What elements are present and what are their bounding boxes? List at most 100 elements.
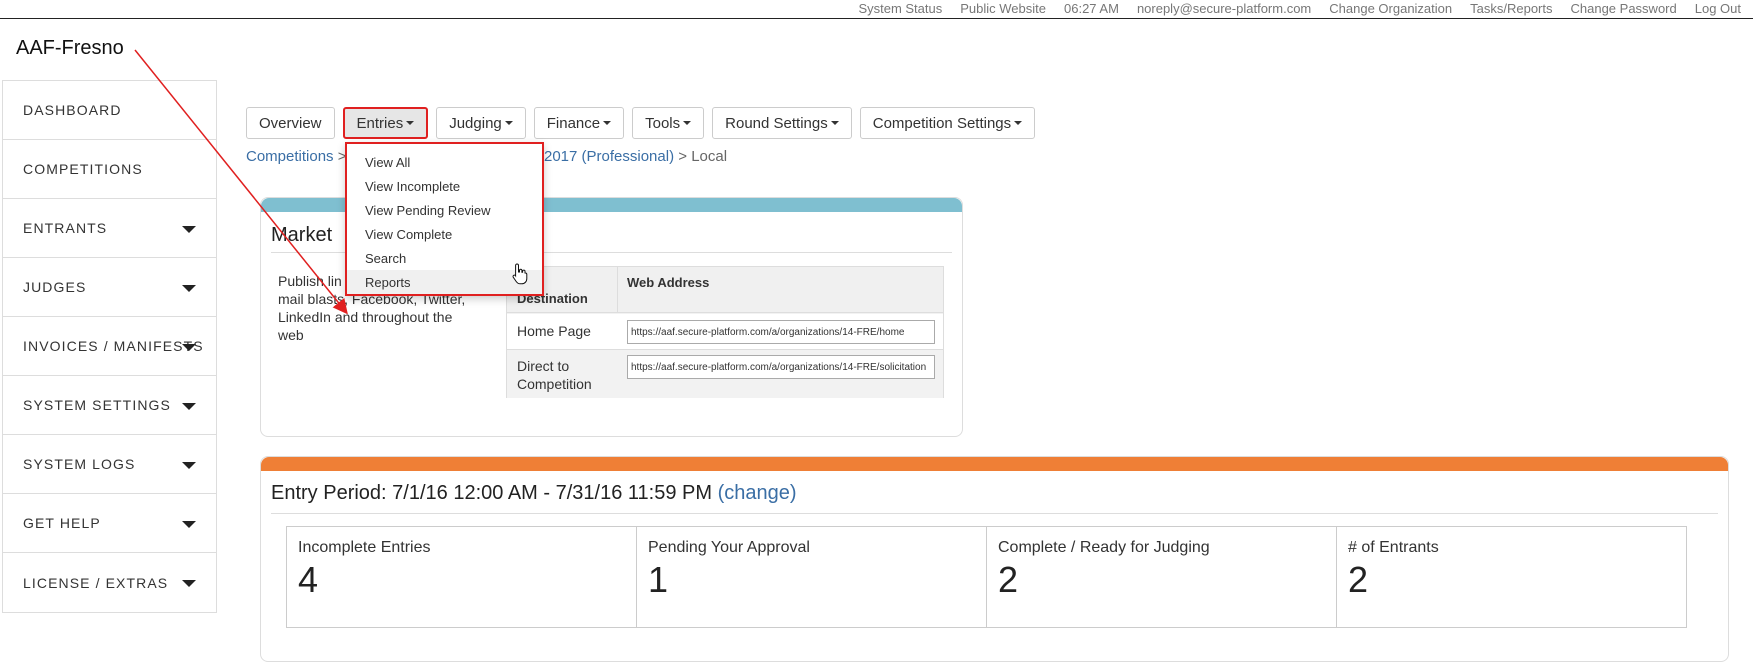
stat-label: Complete / Ready for Judging: [998, 539, 1210, 556]
entries-menu-button[interactable]: Entries: [342, 107, 429, 139]
round-settings-label: Round Settings: [725, 114, 828, 132]
entry-panel-header-bar: [261, 457, 1728, 471]
judging-label: Judging: [449, 114, 502, 132]
overview-label: Overview: [259, 114, 322, 132]
marketing-description-line1: Publish lin: [278, 273, 342, 289]
tools-menu-button[interactable]: Tools: [632, 107, 705, 139]
competition-settings-menu-button[interactable]: Competition Settings: [859, 107, 1036, 139]
caret-down-icon: [1014, 121, 1023, 125]
round-settings-menu-button[interactable]: Round Settings: [712, 107, 852, 139]
sidebar-item-label: GET HELP: [23, 515, 101, 531]
caret-down-icon: [182, 226, 196, 233]
finance-menu-button[interactable]: Finance: [533, 107, 625, 139]
divider: [271, 513, 1718, 514]
sidebar-item-competitions[interactable]: COMPETITIONS: [3, 140, 216, 199]
sidebar-item-license-extras[interactable]: LICENSE / EXTRAS: [3, 553, 216, 612]
web-address-table: Destination Web Address Home Page Direct…: [506, 266, 944, 398]
clock-text: 06:27 AM: [1064, 1, 1119, 16]
marketing-description-rest: mail blasts, Facebook, Twitter, LinkedIn…: [278, 291, 466, 343]
stat-number-of-entrants[interactable]: # of Entrants 2: [1336, 526, 1687, 628]
sidebar-item-label: JUDGES: [23, 279, 87, 295]
breadcrumb-tail: 2017 (Professional) > Local: [544, 148, 727, 165]
judging-menu-button[interactable]: Judging: [436, 107, 526, 139]
sidebar-item-label: COMPETITIONS: [23, 161, 143, 177]
breadcrumb-competitions-link[interactable]: Competitions: [246, 148, 334, 165]
log-out-link[interactable]: Log Out: [1695, 1, 1741, 16]
sidebar-item-label: SYSTEM LOGS: [23, 456, 136, 472]
sidebar-item-label: ENTRANTS: [23, 220, 108, 236]
stat-value: 2: [1348, 559, 1369, 600]
caret-down-icon: [830, 121, 839, 125]
sidebar-item-label: SYSTEM SETTINGS: [23, 397, 171, 413]
competition-settings-label: Competition Settings: [872, 114, 1012, 132]
change-password-link[interactable]: Change Password: [1571, 1, 1677, 16]
direct-to-competition-url-field[interactable]: [627, 355, 935, 379]
sidebar-item-label: LICENSE / EXTRAS: [23, 574, 169, 591]
caret-down-icon: [182, 285, 196, 292]
sidebar-item-system-logs[interactable]: SYSTEM LOGS: [3, 435, 216, 494]
user-email-link[interactable]: noreply@secure-platform.com: [1137, 1, 1311, 16]
caret-down-icon: [182, 521, 196, 528]
stat-label: Pending Your Approval: [648, 539, 810, 556]
caret-down-icon: [182, 344, 196, 351]
stat-label: # of Entrants: [1348, 539, 1439, 556]
change-entry-period-link[interactable]: (change): [718, 482, 797, 504]
table-header: Destination Web Address: [507, 267, 943, 313]
menu-item-view-pending-review[interactable]: View Pending Review: [347, 198, 542, 222]
sidebar-item-label: INVOICES / MANIFESTS: [23, 338, 204, 354]
public-website-link[interactable]: Public Website: [960, 1, 1046, 16]
stat-value: 2: [998, 559, 1019, 600]
destination-cell: Home Page: [517, 323, 591, 339]
menu-item-view-incomplete[interactable]: View Incomplete: [347, 174, 542, 198]
stat-value: 4: [298, 559, 319, 600]
stat-value: 1: [648, 559, 669, 600]
entry-stats: Incomplete Entries 4 Pending Your Approv…: [286, 526, 1687, 628]
caret-down-icon: [182, 580, 196, 587]
sidebar-item-system-settings[interactable]: SYSTEM SETTINGS: [3, 376, 216, 435]
tools-label: Tools: [645, 114, 681, 132]
top-bar: System Status Public Website 06:27 AM no…: [0, 0, 1753, 19]
entries-label: Entries: [356, 114, 404, 132]
sidebar: DASHBOARD COMPETITIONS ENTRANTS JUDGES I…: [2, 80, 217, 613]
competition-nav-bar: Overview Entries Judging Finance Tools R…: [246, 107, 1036, 139]
caret-down-icon: [683, 121, 692, 125]
column-header-web-address: Web Address: [627, 275, 710, 290]
sidebar-item-judges[interactable]: JUDGES: [3, 258, 216, 317]
overview-button[interactable]: Overview: [246, 107, 335, 139]
organization-title: AAF-Fresno: [16, 37, 124, 59]
tasks-reports-link[interactable]: Tasks/Reports: [1470, 1, 1552, 16]
caret-down-icon: [504, 121, 513, 125]
stat-incomplete-entries[interactable]: Incomplete Entries 4: [286, 526, 637, 628]
hand-pointer-cursor-icon: [512, 263, 528, 285]
column-divider: [617, 267, 618, 313]
entry-period-text: Entry Period: 7/1/16 12:00 AM - 7/31/16 …: [271, 482, 713, 504]
top-links: System Status Public Website 06:27 AM no…: [858, 1, 1741, 16]
table-row: Direct to Competition: [507, 351, 943, 398]
destination-cell: Direct to Competition: [517, 358, 592, 392]
caret-down-icon: [182, 403, 196, 410]
entry-period-panel: Entry Period: 7/1/16 12:00 AM - 7/31/16 …: [260, 456, 1729, 662]
sidebar-item-get-help[interactable]: GET HELP: [3, 494, 216, 553]
home-page-url-field[interactable]: [627, 320, 935, 344]
system-status-link[interactable]: System Status: [858, 1, 942, 16]
breadcrumb: Competitions >: [246, 148, 346, 165]
breadcrumb-separator: >: [678, 148, 688, 165]
menu-item-view-all[interactable]: View All: [347, 150, 542, 174]
stat-complete-ready[interactable]: Complete / Ready for Judging 2: [986, 526, 1337, 628]
sidebar-item-dashboard[interactable]: DASHBOARD: [3, 81, 216, 140]
stat-pending-approval[interactable]: Pending Your Approval 1: [636, 526, 987, 628]
marketing-title: Market: [271, 224, 333, 246]
breadcrumb-current: Local: [691, 148, 728, 165]
breadcrumb-competition-link[interactable]: 2017 (Professional): [544, 148, 674, 165]
caret-down-icon: [406, 121, 415, 125]
sidebar-item-label: DASHBOARD: [23, 102, 122, 118]
stat-label: Incomplete Entries: [298, 539, 431, 556]
entry-period-title: Entry Period: 7/1/16 12:00 AM - 7/31/16 …: [271, 482, 797, 505]
finance-label: Finance: [546, 114, 601, 132]
sidebar-item-invoices-manifests[interactable]: INVOICES / MANIFESTS: [3, 317, 216, 376]
menu-item-view-complete[interactable]: View Complete: [347, 222, 542, 246]
sidebar-item-entrants[interactable]: ENTRANTS: [3, 199, 216, 258]
caret-down-icon: [182, 462, 196, 469]
caret-down-icon: [603, 121, 612, 125]
change-organization-link[interactable]: Change Organization: [1329, 1, 1452, 16]
